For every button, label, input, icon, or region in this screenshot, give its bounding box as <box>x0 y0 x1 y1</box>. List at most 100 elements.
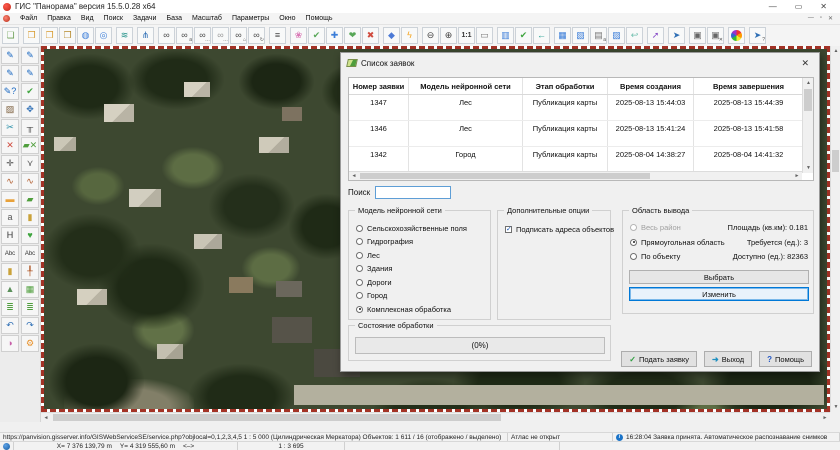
antenna-tool-button[interactable]: ╀ <box>21 263 39 280</box>
scroll-right-icon[interactable]: ► <box>820 413 830 423</box>
move-object-button[interactable]: ✥ <box>21 101 39 118</box>
zoom-in-button[interactable]: ⊕ <box>440 27 457 44</box>
new-map-button[interactable]: ❏ <box>2 27 19 44</box>
radio-icon[interactable] <box>356 252 363 259</box>
select-by-table-button[interactable]: ▦ <box>554 27 571 44</box>
view-back-button[interactable]: ← <box>533 27 550 44</box>
radio-icon[interactable] <box>630 253 637 260</box>
delete-area-button[interactable]: ▰✕ <box>21 137 39 154</box>
mdi-minimize-button[interactable]: — <box>808 15 814 22</box>
select-by-note-button[interactable]: ▧ <box>572 27 589 44</box>
view-scale[interactable]: 1 : 3 695 <box>238 442 345 450</box>
edit-object-button[interactable]: ✎ <box>21 47 39 64</box>
mark-save-button[interactable]: ❤ <box>344 27 361 44</box>
scroll-down-icon[interactable]: ▼ <box>831 402 840 412</box>
settings-gear-button[interactable]: ⚙ <box>21 335 39 352</box>
map-horizontal-scrollbar[interactable]: ◄ ► <box>41 412 830 422</box>
spline-edit-button[interactable]: ∿ <box>21 173 39 190</box>
address-labels-checkbox[interactable]: ✓ <box>505 226 512 233</box>
table-row[interactable]: 1347ЛесПубликация карты2025-08-13 15:44:… <box>349 95 813 121</box>
column-header-1[interactable]: Модель нейронной сети <box>409 78 523 94</box>
find-advanced-button[interactable]: ∞… <box>194 27 211 44</box>
scroll-left-icon[interactable]: ◄ <box>349 172 359 180</box>
minimize-button[interactable]: — <box>769 0 777 13</box>
map-vertical-scrollbar[interactable]: ▲ ▼ <box>830 46 840 412</box>
model-option-agriculture[interactable]: Сельскохозяйственные поля <box>356 223 467 233</box>
mark-highlight-button[interactable]: ❀ <box>290 27 307 44</box>
map-vscroll-thumb[interactable] <box>832 150 839 172</box>
scroll-down-icon[interactable]: ▼ <box>803 163 814 173</box>
menu-item-search[interactable]: Поиск <box>99 15 128 22</box>
table-vertical-scrollbar[interactable]: ▲ ▼ <box>802 78 813 173</box>
model-option-hydrography[interactable]: Гидрография <box>356 237 413 247</box>
radio-label[interactable]: По объекту <box>641 252 680 261</box>
scroll-up-icon[interactable]: ▲ <box>831 46 840 56</box>
open-folder-button[interactable]: ❐ <box>41 27 58 44</box>
select-area-button[interactable]: Выбрать <box>629 270 809 284</box>
search-input[interactable] <box>375 186 451 199</box>
menu-item-file[interactable]: Файл <box>15 15 42 22</box>
scroll-up-icon[interactable]: ▲ <box>803 78 814 88</box>
column-header-4[interactable]: Время завершения <box>694 78 804 94</box>
create-query-button[interactable]: ✎? <box>1 83 19 100</box>
lamp-tool-2-button[interactable]: ▮ <box>21 209 39 226</box>
menu-item-scale[interactable]: Масштаб <box>187 15 227 22</box>
fill-style-button[interactable]: ▨ <box>1 101 19 118</box>
color-wheel-button[interactable] <box>728 27 745 44</box>
map-restore-button[interactable]: ↩ <box>626 27 643 44</box>
money-tool-button[interactable]: ▦ <box>21 281 39 298</box>
find-repeat-button[interactable]: ∞↻ <box>248 27 265 44</box>
apply-view-button[interactable]: ✔ <box>515 27 532 44</box>
create-line-button[interactable]: ✎ <box>1 65 19 82</box>
radio-icon[interactable] <box>356 225 363 232</box>
menu-item-view[interactable]: Вид <box>76 15 99 22</box>
scale-1-1-button[interactable]: 1:1 <box>458 27 475 44</box>
column-header-3[interactable]: Время создания <box>608 78 694 94</box>
open-map-button[interactable]: ❒ <box>23 27 40 44</box>
help-button[interactable]: ? Помощь <box>759 351 812 367</box>
column-header-2[interactable]: Этап обработки <box>523 78 608 94</box>
object-card-button[interactable]: ▤a <box>590 27 607 44</box>
table-row[interactable]: 1342ГородПубликация карты2025-08-04 14:3… <box>349 147 813 173</box>
scroll-right-icon[interactable]: ► <box>792 172 802 180</box>
lamp-tool-button[interactable]: ▮ <box>1 263 19 280</box>
node-edit-button[interactable]: ⋎ <box>21 155 39 172</box>
redo-button[interactable]: ↷ <box>21 317 39 334</box>
radio-icon[interactable] <box>356 279 363 286</box>
map-copy-button[interactable]: ▨ <box>608 27 625 44</box>
close-button[interactable]: ✕ <box>820 0 827 13</box>
radio-label[interactable]: Прямоугольная область <box>641 238 725 247</box>
text-abc-2-button[interactable]: Abc <box>21 245 39 262</box>
menu-item-help[interactable]: Помощь <box>301 15 338 22</box>
mdi-restore-button[interactable]: ▫ <box>820 15 822 22</box>
mdi-close-button[interactable]: ✕ <box>828 15 833 22</box>
run-task-button[interactable]: ϟ <box>401 27 418 44</box>
edit-line-button[interactable]: ✎ <box>21 65 39 82</box>
text-abc-button[interactable]: Abc <box>1 245 19 262</box>
maximize-button[interactable]: ▭ <box>795 0 803 13</box>
print-setup-button[interactable]: ▣✕ <box>707 27 724 44</box>
open-internet-map-button[interactable]: ◎ <box>95 27 112 44</box>
table-horizontal-scrollbar[interactable]: ◄ ► <box>349 171 802 180</box>
dialog-title-bar[interactable]: Список заявок ✕ <box>341 53 819 73</box>
mark-delete-button[interactable]: ✖ <box>362 27 379 44</box>
map-3d-button[interactable]: ◆ <box>383 27 400 44</box>
create-object-button[interactable]: ✎ <box>1 47 19 64</box>
menu-item-window[interactable]: Окно <box>274 15 300 22</box>
mark-check-button[interactable]: ✔ <box>308 27 325 44</box>
stairs-down-button[interactable]: ≣ <box>21 299 39 316</box>
open-database-button[interactable]: ❒ <box>59 27 76 44</box>
model-option-buildings[interactable]: Здания <box>356 264 392 274</box>
menu-item-edit[interactable]: Правка <box>42 15 76 22</box>
objects-list-button[interactable]: ≡ <box>269 27 286 44</box>
area-copy-button[interactable]: ▰ <box>21 191 39 208</box>
find-continue-button[interactable]: ∞… <box>212 27 229 44</box>
find-address-button[interactable]: ∞⌂ <box>230 27 247 44</box>
radio-icon[interactable] <box>356 238 363 245</box>
model-option-city[interactable]: Город <box>356 291 387 301</box>
triangle-net-button[interactable]: ▲ <box>1 281 19 298</box>
map-hscroll-thumb[interactable] <box>53 414 501 421</box>
junction-edit-button[interactable]: ╥ <box>21 119 39 136</box>
menu-item-options[interactable]: Параметры <box>227 15 274 22</box>
scroll-left-icon[interactable]: ◄ <box>41 413 51 423</box>
